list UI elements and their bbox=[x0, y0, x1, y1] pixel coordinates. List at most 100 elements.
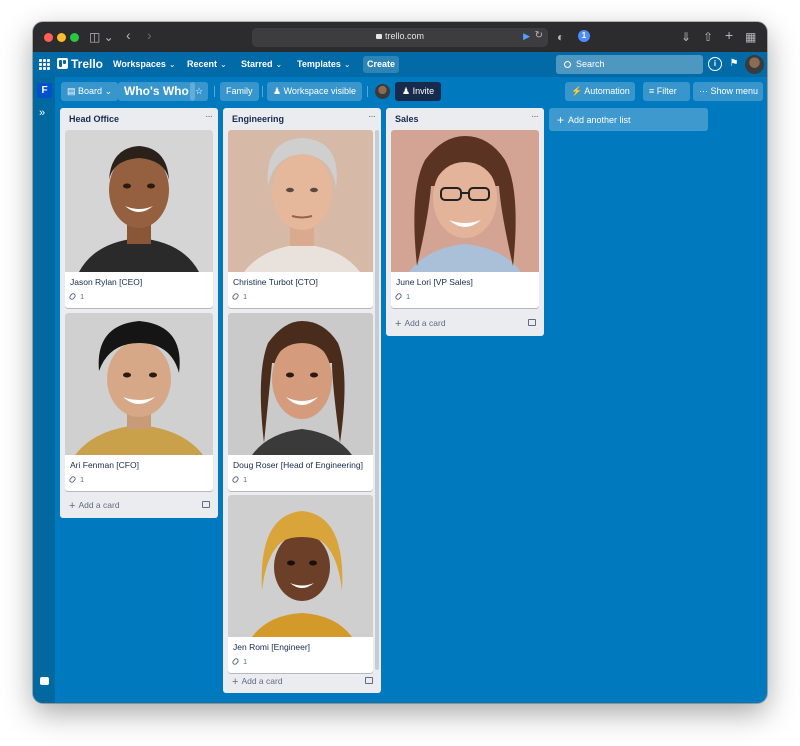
tab-overview-icon[interactable]: ▦ bbox=[745, 29, 756, 45]
nav-workspaces[interactable]: Workspaces ⌄ bbox=[113, 56, 176, 73]
member-avatar[interactable] bbox=[374, 83, 391, 100]
filter-button[interactable]: ≡ Filter bbox=[643, 82, 690, 101]
filter-icon: ≡ bbox=[649, 86, 655, 96]
board-view-label: Board bbox=[78, 86, 103, 96]
invite-button[interactable]: ♟ Invite bbox=[395, 82, 442, 101]
add-card-button[interactable]: + Add a card bbox=[395, 317, 446, 330]
visibility-label: Workspace visible bbox=[283, 86, 356, 96]
attachment-badge: 1 bbox=[68, 292, 84, 301]
card-ari-fenman[interactable]: IMAGE BY GENERATED.PHOTOS Ari Fenman [CFO… bbox=[65, 313, 213, 491]
trello-logo[interactable]: Trello bbox=[57, 56, 103, 73]
star-icon: ☆ bbox=[195, 86, 204, 96]
attachment-count: 1 bbox=[243, 292, 248, 301]
list-menu-icon[interactable]: ··· bbox=[205, 111, 213, 122]
visibility-button[interactable]: ♟ Workspace visible bbox=[267, 82, 362, 101]
camera-icon[interactable] bbox=[40, 677, 49, 685]
create-button[interactable]: Create bbox=[363, 56, 399, 73]
automation-button[interactable]: ⚡ Automation bbox=[565, 82, 635, 101]
attachment-badge: 1 bbox=[231, 657, 248, 666]
list-title[interactable]: Head Office bbox=[69, 114, 119, 124]
add-card-button[interactable]: + Add a card bbox=[232, 675, 283, 688]
card-title: Jason Rylan [CEO] bbox=[70, 277, 143, 287]
nav-recent[interactable]: Recent ⌄ bbox=[187, 56, 227, 73]
password-manager-icon[interactable]: 1 bbox=[578, 30, 590, 42]
portrait-photo bbox=[228, 130, 373, 272]
back-icon[interactable]: ‹ bbox=[126, 27, 131, 43]
show-menu-button[interactable]: ··· Show menu bbox=[693, 82, 763, 101]
board-title[interactable]: Who's Who bbox=[118, 82, 195, 101]
expand-sidebar-icon[interactable]: » bbox=[39, 108, 45, 119]
sidebar-toggle-icon[interactable]: ◫ ⌄ bbox=[89, 29, 114, 45]
card-doug-roser[interactable]: IMAGE BY GENERATED.PHOTOS Doug Roser [Hea… bbox=[228, 313, 373, 491]
workspace-button[interactable]: Family bbox=[220, 82, 259, 101]
chevron-down-icon: ⌄ bbox=[220, 60, 227, 69]
portrait-photo bbox=[65, 130, 213, 272]
show-menu-label: Show menu bbox=[710, 86, 759, 96]
add-card-button[interactable]: + Add a card bbox=[69, 499, 120, 512]
nav-starred[interactable]: Starred ⌄ bbox=[241, 56, 282, 73]
watermark-line2: GENERATED.PHOTOS bbox=[243, 300, 286, 305]
workspace-sidebar-collapsed bbox=[33, 77, 55, 703]
card-jen-romi[interactable]: IMAGE BY GENERATED.PHOTOS Jen Romi [Engin… bbox=[228, 495, 373, 673]
browser-toolbar: ◫ ⌄ ‹ › trello.com ▶ ↻ ◐ 1 ⇓ ⇧ + ▦ bbox=[33, 22, 767, 52]
chevron-down-icon: ⌄ bbox=[343, 60, 351, 69]
list-menu-icon[interactable]: ··· bbox=[368, 111, 376, 122]
nav-recent-label: Recent bbox=[187, 59, 218, 69]
shield-icon[interactable]: ◐ bbox=[557, 29, 564, 45]
card-template-icon[interactable] bbox=[528, 319, 536, 326]
attachment-badge: 1 bbox=[231, 292, 248, 301]
card-title: Doug Roser [Head of Engineering] bbox=[233, 460, 363, 470]
audio-icon[interactable]: ▶ bbox=[523, 31, 530, 42]
nav-templates[interactable]: Templates ⌄ bbox=[297, 56, 351, 73]
portrait-photo bbox=[391, 130, 539, 272]
card-title: Jen Romi [Engineer] bbox=[233, 642, 311, 652]
attachment-count: 1 bbox=[243, 657, 248, 666]
reload-icon[interactable]: ↻ bbox=[535, 30, 543, 41]
board-view-switcher[interactable]: ▤ Board ⌄ bbox=[61, 82, 119, 101]
card-jason-rylan[interactable]: IMAGE BY GENERATED.PHOTOS Jason Rylan [CE… bbox=[65, 130, 213, 308]
paperclip-icon bbox=[231, 475, 240, 484]
paperclip-icon bbox=[231, 657, 240, 666]
download-icon[interactable]: ⇓ bbox=[681, 29, 691, 45]
card-template-icon[interactable] bbox=[365, 677, 373, 684]
card-title: June Lori [VP Sales] bbox=[396, 277, 473, 287]
search-icon bbox=[564, 61, 571, 68]
watermark-line2: GENERATED.PHOTOS bbox=[80, 300, 123, 305]
minimize-window-button[interactable] bbox=[57, 33, 66, 42]
list-menu-icon[interactable]: ··· bbox=[531, 111, 539, 122]
info-icon[interactable]: i bbox=[708, 57, 722, 71]
add-card-label: Add a card bbox=[404, 318, 446, 328]
list-engineering: Engineering ··· IMAGE BY GENERATED.PHOTOS… bbox=[223, 108, 381, 693]
trello-logo-text: Trello bbox=[71, 57, 104, 71]
address-bar[interactable]: trello.com ▶ ↻ bbox=[252, 28, 548, 47]
search-input[interactable]: Search bbox=[556, 55, 703, 74]
workspace-badge[interactable]: F bbox=[37, 83, 52, 98]
invite-label: Invite bbox=[412, 86, 435, 96]
notifications-bell-icon[interactable]: ⚑ bbox=[727, 57, 741, 71]
list-head-office: Head Office ··· IMAGE BY GENERATED.PHOTOS… bbox=[60, 108, 218, 518]
nav-templates-label: Templates bbox=[297, 59, 341, 69]
list-scrollbar[interactable] bbox=[375, 130, 379, 670]
chevron-down-icon: ⌄ bbox=[168, 60, 176, 69]
share-icon[interactable]: ⇧ bbox=[703, 29, 713, 45]
attachment-count: 1 bbox=[406, 292, 411, 301]
user-avatar[interactable] bbox=[745, 55, 764, 74]
plus-icon: + bbox=[395, 318, 402, 330]
close-window-button[interactable] bbox=[44, 33, 53, 42]
list-title[interactable]: Sales bbox=[395, 114, 419, 124]
more-icon: ··· bbox=[699, 86, 708, 96]
new-tab-icon[interactable]: + bbox=[725, 27, 733, 43]
star-board-button[interactable]: ☆ bbox=[190, 82, 209, 101]
attachment-badge: 1 bbox=[394, 292, 411, 301]
plus-icon: + bbox=[557, 113, 565, 127]
card-template-icon[interactable] bbox=[202, 501, 210, 508]
list-title[interactable]: Engineering bbox=[232, 114, 284, 124]
attachment-badge: 1 bbox=[231, 475, 247, 484]
card-christine-turbot[interactable]: IMAGE BY GENERATED.PHOTOS Christine Turbo… bbox=[228, 130, 373, 308]
forward-icon[interactable]: › bbox=[147, 27, 152, 43]
app-switcher-icon[interactable] bbox=[39, 59, 50, 70]
zoom-window-button[interactable] bbox=[70, 33, 79, 42]
portrait-photo bbox=[228, 495, 373, 637]
add-list-button[interactable]: + Add another list bbox=[549, 108, 708, 131]
card-june-lori[interactable]: IMAGE BY GENERATED.PHOTOS June Lori [VP S… bbox=[391, 130, 539, 308]
